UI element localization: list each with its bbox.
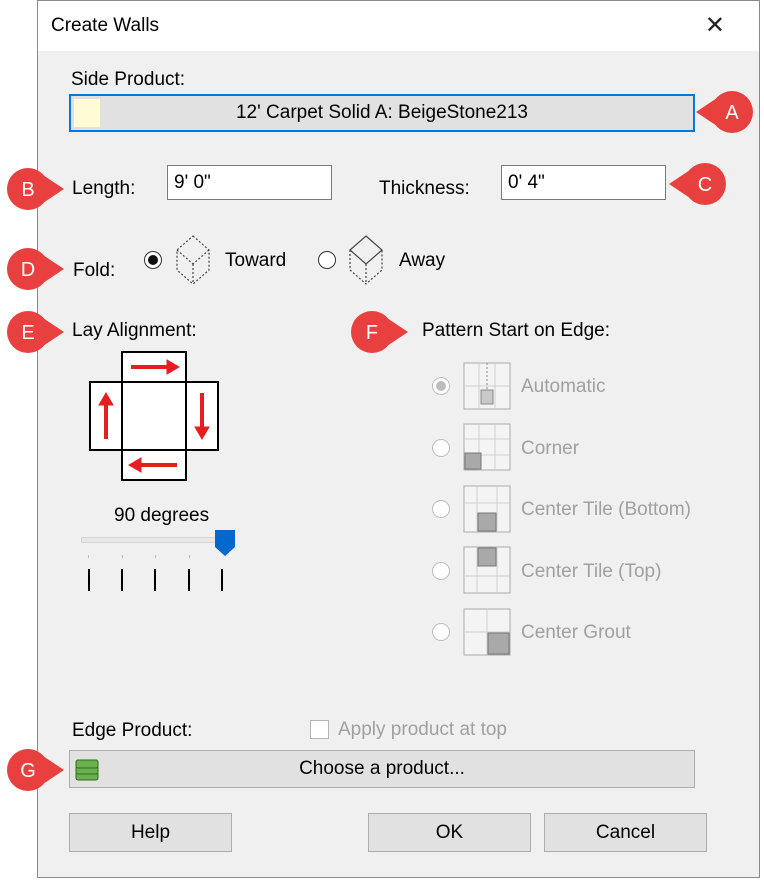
choose-product-label: Choose a product...: [299, 758, 465, 779]
pattern-corner-radio[interactable]: [432, 439, 450, 457]
marker-f-text: F: [366, 322, 378, 344]
edge-product-label: Edge Product:: [72, 720, 193, 741]
thickness-field[interactable]: [501, 165, 666, 200]
fold-label: Fold:: [73, 260, 116, 281]
pattern-start-label: Pattern Start on Edge:: [422, 320, 611, 341]
marker-g-text: G: [20, 760, 36, 782]
lay-alignment-diagram: [89, 351, 219, 481]
help-button[interactable]: Help: [69, 813, 232, 852]
apply-product-at-top-checkbox[interactable]: [310, 720, 329, 739]
product-stack-icon: [75, 759, 99, 781]
marker-d-text: D: [21, 259, 35, 281]
pattern-corner-label[interactable]: Corner: [521, 438, 579, 460]
marker-a-text: A: [725, 102, 739, 124]
pattern-center-bottom-radio[interactable]: [432, 500, 450, 518]
pattern-center-grout-radio[interactable]: [432, 623, 450, 641]
side-product-label: Side Product:: [71, 69, 186, 90]
pattern-center-top-radio[interactable]: [432, 562, 450, 580]
thickness-label: Thickness:: [379, 178, 470, 199]
fold-toward-label[interactable]: Toward: [225, 250, 286, 272]
pattern-automatic-icon: [463, 362, 511, 410]
pattern-automatic-label[interactable]: Automatic: [521, 376, 605, 398]
pattern-center-grout-icon: [463, 608, 511, 656]
pattern-center-top-label[interactable]: Center Tile (Top): [521, 561, 661, 583]
pattern-corner-icon: [463, 423, 511, 471]
callout-marker-d: D: [7, 248, 64, 290]
marker-b-text: B: [21, 179, 34, 201]
marker-c-text: C: [698, 174, 712, 196]
lay-alignment-slider-thumb[interactable]: [214, 529, 236, 557]
marker-e-text: E: [21, 322, 34, 344]
fold-toward-radio[interactable]: [144, 251, 162, 269]
pattern-center-top-icon: [463, 546, 511, 594]
callout-marker-g: G: [7, 749, 64, 791]
apply-product-at-top-label[interactable]: Apply product at top: [338, 719, 507, 741]
callout-marker-c: C: [669, 163, 726, 205]
lay-alignment-slider-track[interactable]: [81, 537, 229, 543]
callout-marker-e: E: [7, 311, 64, 353]
pattern-center-grout-label[interactable]: Center Grout: [521, 622, 631, 644]
fold-away-radio[interactable]: [318, 251, 336, 269]
pattern-automatic-radio[interactable]: [432, 377, 450, 395]
callout-marker-b: B: [7, 168, 64, 210]
product-swatch: [74, 99, 100, 127]
pattern-center-bottom-icon: [463, 485, 511, 533]
length-label: Length:: [72, 178, 136, 199]
dialog-title: Create Walls: [51, 15, 160, 36]
fold-away-label[interactable]: Away: [399, 250, 445, 272]
ok-button[interactable]: OK: [368, 813, 531, 852]
create-walls-dialog: Create Walls ✕ Side Product: 12' Carpet …: [37, 0, 760, 878]
close-icon[interactable]: ✕: [705, 11, 725, 40]
choose-edge-product-button[interactable]: Choose a product...: [69, 750, 695, 788]
callout-marker-f: F: [351, 311, 408, 353]
fold-away-icon: [349, 235, 383, 285]
pattern-center-bottom-label[interactable]: Center Tile (Bottom): [521, 499, 691, 521]
fold-toward-icon: [176, 235, 210, 285]
title-bar: Create Walls ✕: [38, 1, 759, 51]
lay-alignment-degrees: 90 degrees: [114, 505, 210, 526]
side-product-value: 12' Carpet Solid A: BeigeStone213: [235, 102, 528, 123]
length-field[interactable]: [167, 165, 332, 200]
cancel-button[interactable]: Cancel: [544, 813, 707, 852]
lay-alignment-label: Lay Alignment:: [72, 320, 197, 341]
side-product-button[interactable]: 12' Carpet Solid A: BeigeStone213: [69, 94, 695, 132]
callout-marker-a: A: [696, 91, 753, 133]
